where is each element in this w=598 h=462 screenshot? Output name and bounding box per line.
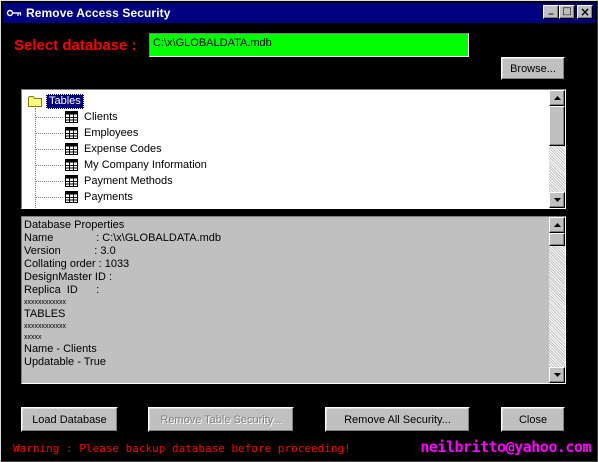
tree-item-label: My Company Information: [84, 159, 207, 171]
close-icon: ×: [579, 5, 591, 19]
close-button[interactable]: Close: [500, 406, 566, 433]
minimize-icon: _: [548, 4, 554, 15]
scroll-up-button[interactable]: [549, 90, 565, 106]
tree-branch-line: [35, 196, 63, 198]
select-database-label: Select database :: [14, 37, 137, 54]
key-icon: [6, 9, 22, 17]
remove-table-security-label: Remove Table Security...: [160, 413, 282, 426]
properties-line: DesignMaster ID :: [24, 271, 113, 283]
properties-line: Updatable - True: [24, 356, 106, 368]
database-properties-textbox[interactable]: Database Properties Name : C:\x\GLOBALDA…: [21, 216, 566, 384]
properties-line: xxxxxxxxxxxx: [24, 323, 66, 330]
tree-branch-line: [35, 148, 63, 150]
remove-all-security-label: Remove All Security...: [344, 413, 451, 426]
properties-line: Database Properties: [24, 219, 125, 231]
arrow-up-icon: [553, 96, 561, 100]
properties-line: xxxxx: [24, 334, 42, 341]
arrow-down-icon: [553, 198, 561, 202]
maximize-icon: □: [562, 6, 572, 17]
backup-warning-text: Warning : Please backup database before …: [13, 442, 351, 455]
arrow-down-icon: [553, 373, 561, 377]
tree-item-label: Expense Codes: [84, 143, 162, 155]
tree-branch-line: [35, 180, 63, 182]
tree-branch-line: [35, 132, 63, 134]
tree-item-employees[interactable]: Employees: [35, 125, 138, 141]
arrow-up-icon: [553, 223, 561, 227]
tree-item-payments[interactable]: Payments: [35, 189, 133, 205]
window-title: Remove Access Security: [26, 6, 171, 20]
properties-line: Version : 3.0: [24, 245, 116, 257]
tree-item-clients[interactable]: Clients: [35, 109, 118, 125]
table-icon: [65, 191, 78, 203]
tree-item-label: Clients: [84, 111, 118, 123]
remove-all-security-button[interactable]: Remove All Security...: [325, 407, 470, 432]
tree-item-payment-methods[interactable]: Payment Methods: [35, 173, 173, 189]
load-database-label: Load Database: [32, 413, 107, 426]
scroll-down-button[interactable]: [549, 367, 565, 383]
tree-root-tables[interactable]: Tables: [28, 93, 84, 109]
properties-line: Replica ID :: [24, 284, 100, 296]
tree-branch-line: [35, 116, 63, 118]
browse-button-label: Browse...: [510, 62, 556, 75]
tables-tree-view[interactable]: Tables Clients Employees Expense Codes M…: [21, 89, 566, 209]
properties-line: Name - Clients: [24, 343, 97, 355]
remove-table-security-button[interactable]: Remove Table Security...: [148, 407, 294, 432]
author-email: neilbritto@yahoo.com: [420, 438, 591, 456]
minimize-button[interactable]: _: [543, 5, 559, 19]
table-icon: [65, 159, 78, 171]
table-icon: [65, 111, 78, 123]
browse-button[interactable]: Browse...: [501, 57, 565, 80]
table-icon: [65, 127, 78, 139]
maximize-button[interactable]: □: [559, 5, 575, 19]
properties-line: TABLES: [24, 308, 66, 320]
tree-item-label: Employees: [84, 127, 139, 139]
properties-scrollbar[interactable]: [549, 217, 565, 383]
table-icon: [65, 175, 78, 187]
tree-item-expense-codes[interactable]: Expense Codes: [35, 141, 162, 157]
tree-scrollbar[interactable]: [549, 90, 565, 208]
close-button-label: Close: [518, 413, 548, 426]
close-window-button[interactable]: ×: [577, 5, 593, 19]
tree-item-label: Payment Methods: [84, 175, 173, 187]
properties-line: xxxxxxxxxxxx: [24, 299, 66, 306]
tree-root-label: Tables: [46, 93, 84, 109]
tree-branch-line: [35, 164, 63, 166]
main-window: Remove Access Security _ □ × Select data…: [0, 0, 598, 462]
table-icon: [65, 143, 78, 155]
folder-icon: [28, 96, 42, 107]
properties-line: Collating order : 1033: [24, 258, 130, 270]
scroll-down-button[interactable]: [549, 192, 565, 208]
scroll-thumb[interactable]: [549, 233, 565, 246]
scroll-thumb[interactable]: [549, 106, 565, 146]
tree-item-my-company-information[interactable]: My Company Information: [35, 157, 207, 173]
database-path-field[interactable]: C:\x\GLOBALDATA.mdb: [149, 33, 469, 57]
tree-item-label: Payments: [84, 191, 133, 203]
title-bar[interactable]: Remove Access Security _ □ ×: [3, 3, 595, 23]
scroll-up-button[interactable]: [549, 217, 565, 233]
load-database-button[interactable]: Load Database: [21, 407, 118, 432]
properties-line: Name : C:\x\GLOBALDATA.mdb: [24, 232, 222, 244]
